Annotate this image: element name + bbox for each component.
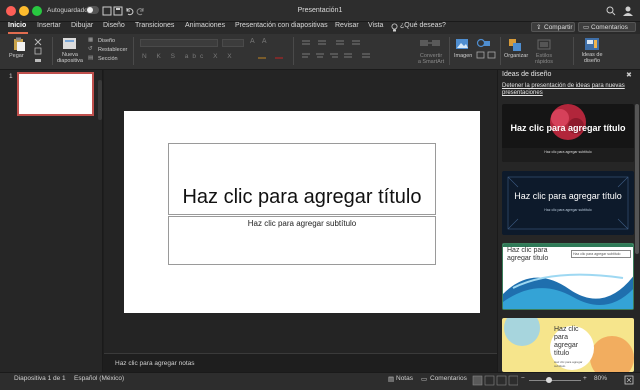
image-label: Imagen bbox=[454, 53, 473, 59]
tab-dibujar[interactable]: Dibujar bbox=[71, 22, 93, 29]
close-pane-icon[interactable]: ✖ bbox=[626, 71, 632, 79]
tab-insertar[interactable]: Insertar bbox=[37, 22, 61, 29]
comments-label: Comentarios bbox=[591, 24, 628, 31]
subtitle-placeholder-text: Haz clic para agregar subtítulo bbox=[247, 219, 357, 228]
design-idea-1-sub: Haz clic para agregar subtítulo bbox=[544, 150, 592, 154]
smartart-icon[interactable] bbox=[418, 38, 444, 52]
tab-presentacion[interactable]: Presentación con diapositivas bbox=[235, 22, 328, 29]
design-pane-scrollbar[interactable] bbox=[635, 104, 639, 254]
tab-diseno[interactable]: Diseño bbox=[103, 22, 125, 29]
font-size-select[interactable] bbox=[222, 39, 244, 47]
tab-inicio[interactable]: Inicio bbox=[8, 22, 26, 29]
zoom-level[interactable]: 80% bbox=[594, 375, 607, 382]
font-size-buttons[interactable]: A A bbox=[250, 38, 270, 45]
font-format-buttons[interactable]: N K S abc X X bbox=[142, 53, 236, 60]
comments-toggle-icon[interactable]: ▭ bbox=[421, 375, 427, 383]
zoom-in-button[interactable]: + bbox=[583, 375, 587, 382]
paste-label: Pegar bbox=[9, 53, 24, 59]
design-idea-2-sub: Haz clic para agregar subtítulo bbox=[544, 208, 592, 212]
comments-button[interactable]: ▭ Comentarios bbox=[578, 22, 636, 32]
design-idea-1[interactable]: Haz clic para agregar título Haz clic pa… bbox=[502, 104, 634, 162]
clipboard-tools-icons[interactable] bbox=[33, 37, 45, 63]
stop-design-ideas-link[interactable]: Detener la presentación de ideas para nu… bbox=[502, 83, 632, 97]
notes-pane[interactable]: Haz clic para agregar notas bbox=[104, 353, 497, 372]
organize-icon[interactable] bbox=[508, 38, 522, 52]
font-name-select[interactable] bbox=[140, 39, 218, 47]
share-button[interactable]: ⇪ Compartir bbox=[531, 22, 575, 32]
new-slide-label: Nueva diapositiva bbox=[57, 52, 83, 64]
slide-thumbnail-1[interactable] bbox=[17, 72, 94, 116]
tab-revisar[interactable]: Revisar bbox=[335, 22, 359, 29]
tab-transiciones[interactable]: Transiciones bbox=[135, 22, 174, 29]
comments-toggle[interactable]: Comentarios bbox=[430, 375, 467, 382]
font-color-icon[interactable] bbox=[275, 53, 283, 59]
zoom-out-button[interactable]: − bbox=[521, 375, 525, 382]
share-label: Compartir bbox=[544, 24, 573, 31]
paste-icon[interactable] bbox=[12, 37, 26, 51]
slide-count: Diapositiva 1 de 1 bbox=[14, 375, 66, 382]
language-indicator[interactable]: Español (México) bbox=[74, 375, 124, 382]
design-ideas-icon[interactable] bbox=[584, 37, 600, 52]
smartart-label: Convertir a SmartArt bbox=[417, 53, 445, 65]
image-icon[interactable] bbox=[455, 38, 469, 50]
tab-vista[interactable]: Vista bbox=[368, 22, 383, 29]
view-buttons[interactable] bbox=[472, 375, 518, 387]
tab-animaciones[interactable]: Animaciones bbox=[185, 22, 225, 29]
zoom-slider[interactable] bbox=[529, 380, 581, 381]
notes-toggle-icon[interactable]: ▤ bbox=[388, 375, 394, 383]
section-label: Sección bbox=[98, 56, 118, 62]
design-ideas-label: Ideas de diseño bbox=[581, 52, 603, 64]
design-idea-4[interactable]: Haz clic para agregar título Haz clic pa… bbox=[502, 318, 634, 372]
slide-number: 1 bbox=[9, 73, 13, 80]
organize-label: Organizar bbox=[504, 53, 529, 59]
notes-placeholder: Haz clic para agregar notas bbox=[115, 360, 195, 367]
design-idea-3[interactable]: Haz clic para agregar título Haz clic pa… bbox=[502, 243, 634, 310]
account-icon[interactable] bbox=[622, 5, 634, 17]
fit-slide-icon[interactable] bbox=[624, 375, 634, 385]
design-idea-4-sub: Haz clic para agregar subtítulo bbox=[554, 360, 583, 368]
zoom-slider-thumb[interactable] bbox=[546, 377, 552, 383]
notes-toggle[interactable]: Notas bbox=[396, 375, 413, 382]
design-idea-2-title: Haz clic para agregar título bbox=[514, 191, 622, 201]
reset-label: Restablecer bbox=[98, 47, 128, 53]
design-idea-3-sub: Haz clic para agregar subtítulo bbox=[571, 250, 631, 258]
lightbulb-icon bbox=[391, 23, 398, 32]
design-idea-3-title: Haz clic para agregar título bbox=[507, 247, 549, 262]
title-placeholder[interactable]: Haz clic para agregar título bbox=[168, 143, 436, 215]
subtitle-placeholder[interactable]: Haz clic para agregar subtítulo bbox=[168, 216, 436, 265]
thumb-scrollbar[interactable] bbox=[98, 80, 102, 120]
layout-label: Diseño bbox=[98, 38, 116, 44]
design-idea-2[interactable]: Haz clic para agregar título Haz clic pa… bbox=[502, 171, 634, 235]
tell-me-input[interactable]: ¿Qué deseas? bbox=[400, 22, 446, 29]
shapes-icons[interactable] bbox=[475, 38, 501, 62]
window-title: Presentación1 bbox=[297, 7, 343, 14]
new-slide-icon[interactable] bbox=[62, 37, 77, 50]
comment-icon: ▭ bbox=[583, 24, 590, 31]
quick-styles-label: Estilos rápidos bbox=[534, 53, 554, 65]
design-idea-4-title: Haz clic para agregar título bbox=[554, 326, 579, 357]
title-placeholder-text: Haz clic para agregar título bbox=[182, 186, 422, 208]
design-pane-title: Ideas de diseño bbox=[502, 71, 552, 78]
blueprint-pattern bbox=[507, 176, 629, 230]
paragraph-tools[interactable] bbox=[300, 38, 412, 64]
highlight-color-icon[interactable] bbox=[258, 53, 266, 59]
search-icon[interactable] bbox=[606, 6, 616, 16]
quick-styles-icon[interactable] bbox=[537, 38, 551, 52]
design-idea-1-title: Haz clic para agregar título bbox=[510, 123, 626, 133]
